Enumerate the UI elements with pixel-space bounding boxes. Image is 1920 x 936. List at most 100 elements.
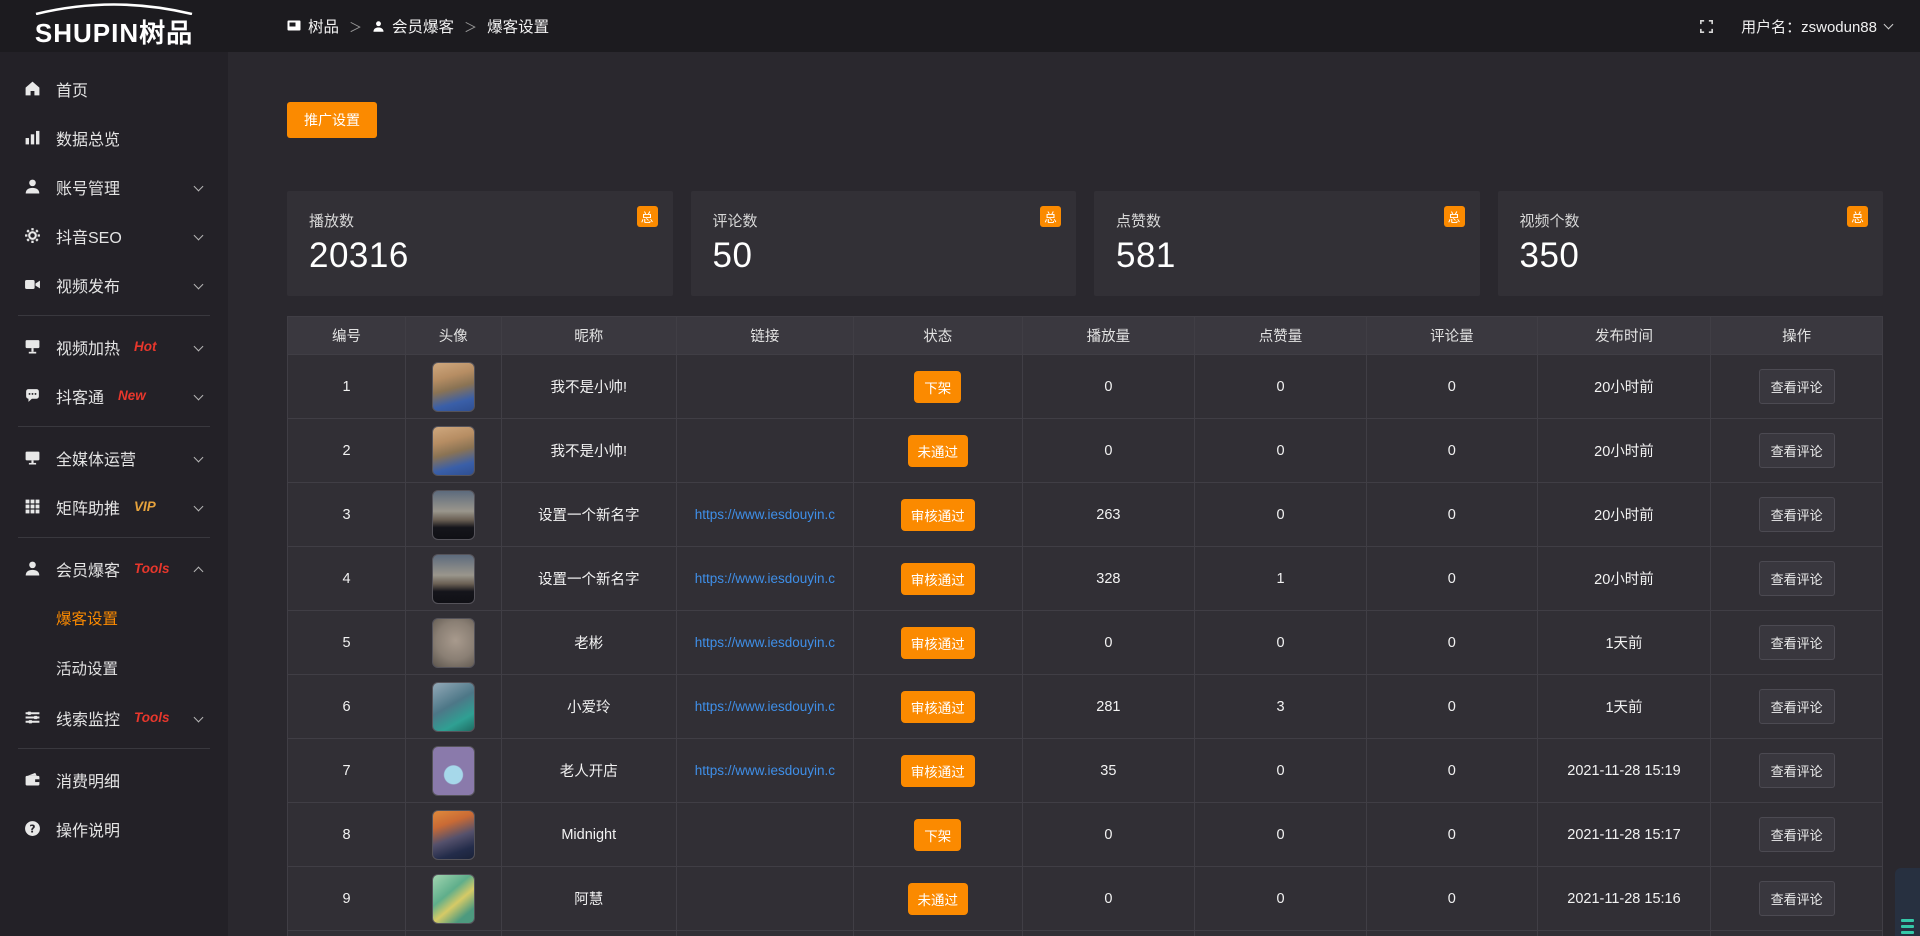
brand-logo: SHUPIN树品 (0, 2, 228, 50)
sidebar-item-10[interactable]: 矩阵助推VIP (0, 482, 228, 531)
status-badge[interactable]: 审核通过 (901, 755, 975, 787)
cell-action: 查看评论 (1711, 611, 1882, 674)
cell-nickname: 设置一个新名字 (502, 547, 677, 610)
sidebar-item-7[interactable]: 抖客通 New (0, 371, 228, 420)
sidebar-item-label: 抖音SEO (56, 224, 122, 248)
cell-plays: 328 (1023, 547, 1195, 610)
cell-link: https://www.iesdouyin.c (677, 675, 854, 738)
sidebar-item-2[interactable]: 账号管理 (0, 162, 228, 211)
cell-action: 查看评论 (1711, 483, 1882, 546)
sidebar-divider (18, 748, 210, 749)
sidebar-item-label: 矩阵助推 (56, 495, 120, 519)
stat-value: 20316 (309, 236, 651, 276)
status-badge[interactable]: 未通过 (908, 883, 969, 915)
sidebar-item-label: 抖客通 (56, 384, 104, 408)
cell-nickname: Midnight (502, 803, 677, 866)
video-link[interactable]: https://www.iesdouyin.c (695, 635, 835, 650)
user-menu[interactable]: 用户名：zswodun88 (1741, 16, 1892, 37)
sidebar-item-15[interactable]: 线索监控Tools (0, 693, 228, 742)
sidebar-item-label: 数据总览 (56, 126, 120, 150)
cell-link: https://www.iesdouyin.c (677, 483, 854, 546)
sidebar-item-1[interactable]: 数据总览 (0, 113, 228, 162)
cell-likes: 0 (1195, 611, 1367, 674)
floating-widget[interactable] (1895, 868, 1920, 936)
column-header-4: 状态 (854, 317, 1023, 354)
cell-time: 2021-11-28 15:17 (1538, 803, 1712, 866)
sidebar-item-18[interactable]: ?操作说明 (0, 804, 228, 853)
view-comments-button[interactable]: 查看评论 (1759, 753, 1835, 788)
status-badge[interactable]: 下架 (914, 371, 961, 403)
sidebar-divider (18, 537, 210, 538)
view-comments-button[interactable]: 查看评论 (1759, 689, 1835, 724)
cell-comments: 0 (1367, 483, 1538, 546)
view-comments-button[interactable]: 查看评论 (1759, 497, 1835, 532)
sidebar-item-12[interactable]: 会员爆客Tools (0, 544, 228, 593)
column-header-5: 播放量 (1023, 317, 1195, 354)
sidebar-item-label: 全媒体运营 (56, 446, 136, 470)
cell-nickname: 老彬 (502, 611, 677, 674)
sidebar-item-tag: New (118, 388, 146, 403)
cell-comments: 0 (1367, 355, 1538, 418)
cell-status: 审核通过 (854, 675, 1023, 738)
table-header-row: 编号头像昵称链接状态播放量点赞量评论量发布时间操作 (288, 317, 1882, 355)
cell-likes (1195, 931, 1367, 936)
breadcrumb-item-member[interactable]: 会员爆客 (372, 15, 454, 37)
face-photo (432, 618, 475, 668)
sidebar-item-17[interactable]: 消费明细 (0, 755, 228, 804)
sidebar-item-3[interactable]: 抖音SEO (0, 211, 228, 260)
sunset-photo (432, 810, 475, 860)
cell-link: https://www.iesdouyin.c (677, 547, 854, 610)
status-badge[interactable]: 未通过 (908, 435, 969, 467)
view-comments-button[interactable]: 查看评论 (1759, 881, 1835, 916)
view-comments-button[interactable]: 查看评论 (1759, 561, 1835, 596)
sidebar-subitem-14[interactable]: 活动设置 (0, 643, 228, 693)
status-badge[interactable]: 审核通过 (901, 627, 975, 659)
cell-nickname: 我不是小帅! (502, 419, 677, 482)
stat-value: 581 (1116, 236, 1458, 276)
video-link[interactable]: https://www.iesdouyin.c (695, 507, 835, 522)
sidebar-divider (18, 315, 210, 316)
sidebar-subitem-13[interactable]: 爆客设置 (0, 593, 228, 643)
sidebar-item-6[interactable]: 视频加热Hot (0, 322, 228, 371)
sidebar-item-label: 视频发布 (56, 273, 120, 297)
view-comments-button[interactable]: 查看评论 (1759, 625, 1835, 660)
cell-avatar (406, 419, 502, 482)
cell-nickname: 设置一个新名字 (502, 483, 677, 546)
cell-avatar (406, 483, 502, 546)
video-link[interactable]: https://www.iesdouyin.c (695, 763, 835, 778)
sidebar-item-0[interactable]: 首页 (0, 64, 228, 113)
cell-nickname: 阿慧 (502, 867, 677, 930)
promo-settings-button[interactable]: 推广设置 (287, 102, 377, 138)
cell-id: 1 (288, 355, 406, 418)
view-comments-button[interactable]: 查看评论 (1759, 433, 1835, 468)
cell-link (677, 931, 854, 936)
status-badge[interactable]: 审核通过 (901, 691, 975, 723)
top-bar: SHUPIN树品 树品 ＞ 会员爆客 ＞ 爆客设置 (0, 0, 1920, 52)
cell-status: 下架 (854, 355, 1023, 418)
sidebar-nav: 首页数据总览账号管理抖音SEO 视频发布视频加热Hot 抖客通 New 全媒体运营矩阵助… (0, 52, 228, 936)
cell-status: 下架 (854, 803, 1023, 866)
breadcrumb-item-home[interactable]: 树品 (287, 15, 339, 37)
breadcrumb: 树品 ＞ 会员爆客 ＞ 爆客设置 (287, 15, 549, 37)
cell-likes: 0 (1195, 355, 1367, 418)
sidebar-item-4[interactable]: 视频发布 (0, 260, 228, 309)
sidebar-item-label: 操作说明 (56, 817, 120, 841)
cell-status: 未通过 (854, 419, 1023, 482)
fullscreen-icon[interactable] (1698, 18, 1715, 35)
video-link[interactable]: https://www.iesdouyin.c (695, 699, 835, 714)
sidebar-item-9[interactable]: 全媒体运营 (0, 433, 228, 482)
cell-likes: 0 (1195, 739, 1367, 802)
screen-icon (287, 20, 301, 32)
status-badge[interactable]: 下架 (914, 819, 961, 851)
cell-avatar (406, 355, 502, 418)
user-icon (372, 20, 385, 33)
status-badge[interactable]: 审核通过 (901, 499, 975, 531)
stat-value: 50 (713, 236, 1055, 276)
cell-plays (1023, 931, 1195, 936)
table-row: 2我不是小帅!未通过00020小时前查看评论 (288, 419, 1882, 483)
view-comments-button[interactable]: 查看评论 (1759, 817, 1835, 852)
status-badge[interactable]: 审核通过 (901, 563, 975, 595)
view-comments-button[interactable]: 查看评论 (1759, 369, 1835, 404)
video-link[interactable]: https://www.iesdouyin.c (695, 571, 835, 586)
cell-comments: 0 (1367, 867, 1538, 930)
